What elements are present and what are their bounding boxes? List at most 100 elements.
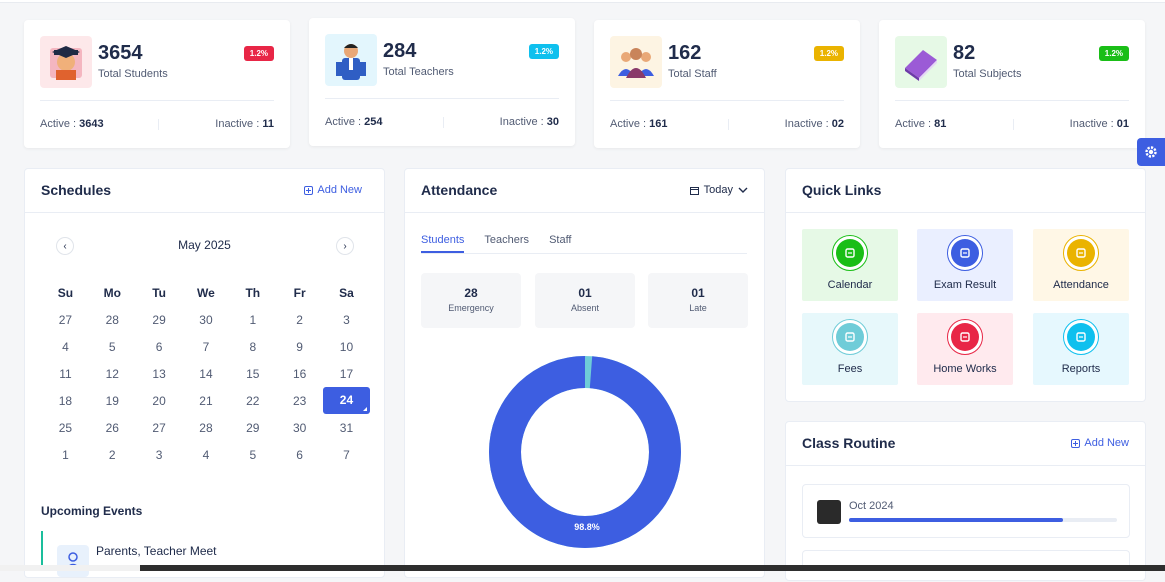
calendar-day[interactable]: 19 bbox=[89, 394, 136, 408]
calendar-grid: Su Mo Tu We Th Fr Sa 27 28 29 30 1 2 3 4 5 6 7 8 9 10 11 12 13 1… bbox=[42, 279, 370, 468]
divider bbox=[610, 100, 844, 101]
settings-toggle-button[interactable] bbox=[1137, 138, 1165, 166]
calendar-day[interactable]: 14 bbox=[183, 367, 230, 381]
calendar-day[interactable]: 7 bbox=[183, 340, 230, 354]
donut-percent-label: 98.8% bbox=[574, 522, 600, 532]
stat-card-subjects: 82 Total Subjects 1.2% Active : 81 Inact… bbox=[879, 20, 1145, 148]
quick-link-reports[interactable]: Reports bbox=[1033, 313, 1129, 385]
calendar-day[interactable]: 21 bbox=[183, 394, 230, 408]
percent-badge: 1.2% bbox=[243, 46, 274, 61]
calendar-day[interactable]: 2 bbox=[276, 313, 323, 327]
active-count: Active : 3643 bbox=[40, 118, 104, 130]
calendar-day[interactable]: 29 bbox=[229, 421, 276, 435]
calendar-day[interactable]: 8 bbox=[229, 340, 276, 354]
filter-label: Today bbox=[703, 184, 733, 196]
card-header: Schedules Add New bbox=[25, 169, 384, 213]
calendar-day[interactable]: 23 bbox=[276, 394, 323, 408]
chevron-right-icon: › bbox=[343, 240, 347, 252]
calendar-day[interactable]: 30 bbox=[276, 421, 323, 435]
calendar-day[interactable]: 27 bbox=[136, 421, 183, 435]
calendar-day[interactable]: 29 bbox=[136, 313, 183, 327]
absent-box: 01 Absent bbox=[535, 273, 635, 328]
next-month-button[interactable]: › bbox=[336, 237, 354, 255]
calendar-day[interactable]: 2 bbox=[89, 448, 136, 462]
chevron-down-icon bbox=[738, 187, 748, 193]
gear-icon bbox=[1145, 146, 1157, 158]
tab-students[interactable]: Students bbox=[421, 234, 465, 253]
tab-staff[interactable]: Staff bbox=[549, 234, 571, 253]
class-routine-card: Class Routine Add New Oct 2024 bbox=[785, 421, 1146, 581]
calendar-day[interactable]: 9 bbox=[276, 340, 323, 354]
calendar-day[interactable]: 3 bbox=[136, 448, 183, 462]
calendar-day[interactable]: 5 bbox=[229, 448, 276, 462]
divider bbox=[40, 100, 274, 101]
calendar-day[interactable]: 26 bbox=[89, 421, 136, 435]
calendar-day[interactable]: 24 bbox=[323, 387, 370, 414]
calendar-day[interactable]: 6 bbox=[276, 448, 323, 462]
inactive-count: Inactive : 11 bbox=[215, 118, 274, 130]
calendar-day[interactable]: 3 bbox=[323, 313, 370, 327]
top-header-edge bbox=[0, 0, 1165, 3]
stat-value: 162 bbox=[668, 42, 702, 64]
calendar-day[interactable]: 22 bbox=[229, 394, 276, 408]
box-label: Late bbox=[689, 303, 707, 313]
attendance-card: Attendance Today Students Teachers Staff… bbox=[404, 168, 765, 578]
card-title: Schedules bbox=[41, 182, 112, 198]
divider bbox=[1013, 119, 1014, 130]
add-routine-button[interactable]: Add New bbox=[1071, 437, 1129, 449]
taskbar-segment bbox=[0, 565, 140, 571]
quick-link-home-works[interactable]: Home Works bbox=[917, 313, 1013, 385]
icon-fill bbox=[951, 323, 979, 351]
card-title: Attendance bbox=[421, 182, 498, 198]
calendar-day[interactable]: 25 bbox=[42, 421, 89, 435]
tab-teachers[interactable]: Teachers bbox=[484, 234, 529, 253]
quick-link-label: Home Works bbox=[933, 363, 997, 375]
calendar-day[interactable]: 13 bbox=[136, 367, 183, 381]
routine-item[interactable]: Oct 2024 bbox=[802, 484, 1130, 538]
calendar-month: May 2025 bbox=[178, 238, 231, 252]
icon-fill bbox=[836, 239, 864, 267]
stat-label: Total Staff bbox=[668, 68, 717, 80]
add-schedule-button[interactable]: Add New bbox=[304, 184, 362, 196]
calendar-day[interactable]: 10 bbox=[323, 340, 370, 354]
calendar-day[interactable]: 28 bbox=[183, 421, 230, 435]
quick-link-calendar[interactable]: Calendar bbox=[802, 229, 898, 301]
late-box: 01 Late bbox=[648, 273, 748, 328]
calendar-day[interactable]: 4 bbox=[183, 448, 230, 462]
calendar-day[interactable]: 1 bbox=[229, 313, 276, 327]
calendar-day[interactable]: 7 bbox=[323, 448, 370, 462]
reports-icon bbox=[1063, 319, 1099, 355]
calendar-day[interactable]: 18 bbox=[42, 394, 89, 408]
calendar-day[interactable]: 28 bbox=[89, 313, 136, 327]
stat-value: 82 bbox=[953, 42, 976, 64]
stat-label: Total Teachers bbox=[383, 66, 454, 78]
stat-label: Total Subjects bbox=[953, 68, 1022, 80]
teacher-avatar bbox=[817, 500, 841, 524]
calendar-day[interactable]: 15 bbox=[229, 367, 276, 381]
calendar-day[interactable]: 31 bbox=[323, 421, 370, 435]
icon-fill bbox=[1067, 239, 1095, 267]
calendar-day[interactable]: 4 bbox=[42, 340, 89, 354]
calendar-day[interactable]: 20 bbox=[136, 394, 183, 408]
quick-link-attendance[interactable]: Attendance bbox=[1033, 229, 1129, 301]
date-filter-dropdown[interactable]: Today bbox=[689, 184, 748, 196]
staff-group-icon bbox=[610, 36, 662, 88]
calendar-day[interactable]: 11 bbox=[42, 367, 89, 381]
calendar-day[interactable]: 27 bbox=[42, 313, 89, 327]
calendar-day[interactable]: 30 bbox=[183, 313, 230, 327]
calendar-day[interactable]: 5 bbox=[89, 340, 136, 354]
calendar-day[interactable]: 16 bbox=[276, 367, 323, 381]
quick-link-exam-result[interactable]: Exam Result bbox=[917, 229, 1013, 301]
add-new-label: Add New bbox=[317, 184, 362, 196]
weekday-label: Fr bbox=[293, 285, 306, 300]
percent-badge: 1.2% bbox=[528, 44, 559, 59]
routine-progress-fill bbox=[849, 518, 1064, 522]
calendar-day[interactable]: 17 bbox=[323, 367, 370, 381]
attendance-donut-chart: 98.8% bbox=[489, 356, 681, 548]
stat-card-staff: 162 Total Staff 1.2% Active : 161 Inacti… bbox=[594, 20, 860, 148]
calendar-day[interactable]: 6 bbox=[136, 340, 183, 354]
quick-link-label: Exam Result bbox=[933, 279, 997, 291]
quick-link-fees[interactable]: Fees bbox=[802, 313, 898, 385]
calendar-day[interactable]: 1 bbox=[42, 448, 89, 462]
calendar-day[interactable]: 12 bbox=[89, 367, 136, 381]
